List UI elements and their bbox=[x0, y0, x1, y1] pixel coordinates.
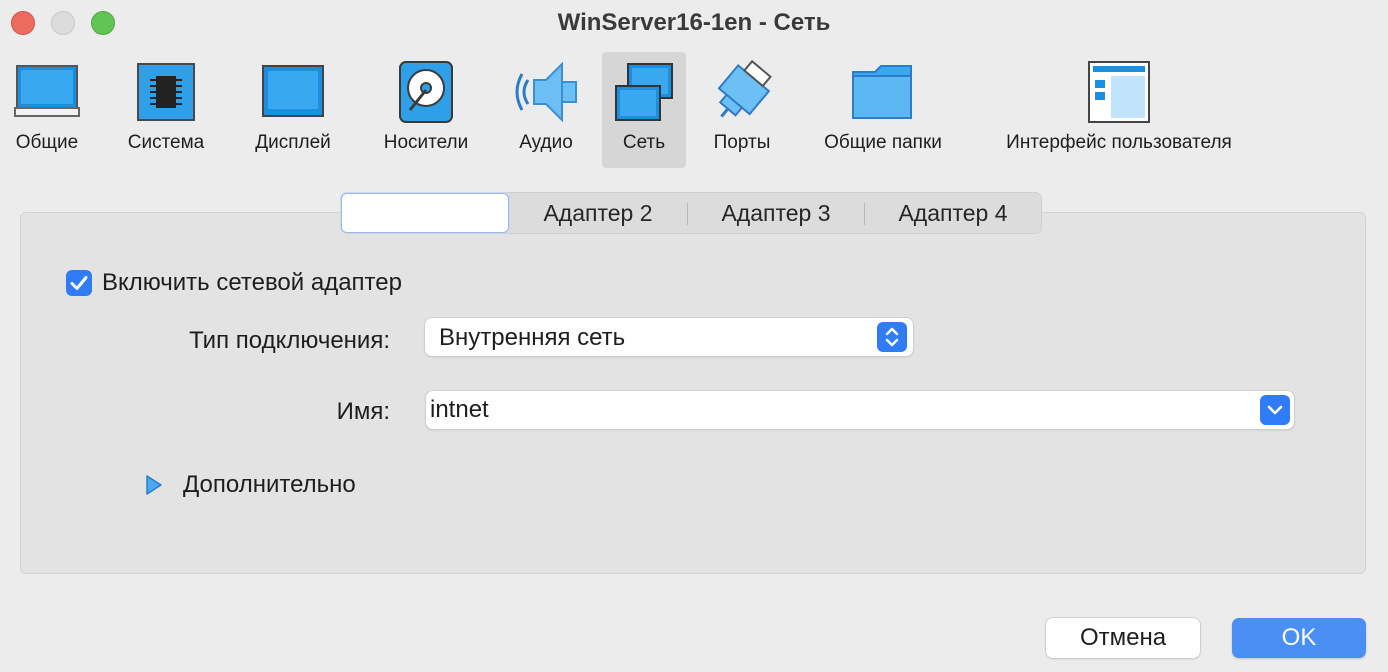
disclosure-triangle-icon[interactable] bbox=[145, 474, 163, 496]
toolbar-label: Интерфейс пользователя bbox=[1006, 132, 1232, 153]
enable-adapter-checkbox[interactable] bbox=[66, 270, 92, 296]
toolbar-item-general[interactable]: Общие bbox=[0, 52, 94, 168]
toolbar-item-display[interactable]: Дисплей bbox=[245, 52, 341, 168]
chip-icon bbox=[137, 63, 195, 121]
checkmark-icon bbox=[70, 276, 88, 290]
toolbar-label: Порты bbox=[713, 132, 771, 153]
toolbar-label: Сеть bbox=[622, 132, 666, 153]
toolbar-label: Носители bbox=[383, 132, 469, 153]
user-interface-icon bbox=[1088, 61, 1150, 123]
toolbar-label: Общие папки bbox=[824, 132, 942, 153]
settings-toolbar: Общие Система Дисплей Носители Аудио Сет… bbox=[0, 50, 1388, 170]
ok-button[interactable]: OK bbox=[1232, 618, 1366, 658]
tab-adapter-2[interactable]: Адаптер 2 bbox=[509, 193, 687, 233]
toolbar-label: Дисплей bbox=[255, 132, 331, 153]
cancel-button[interactable]: Отмена bbox=[1046, 618, 1200, 658]
toolbar-label: Система bbox=[127, 132, 205, 153]
toolbar-label: Общие bbox=[15, 132, 79, 153]
advanced-label[interactable]: Дополнительно bbox=[183, 471, 356, 499]
toolbar-item-user-interface[interactable]: Интерфейс пользователя bbox=[984, 52, 1254, 168]
attached-to-label: Тип подключения: bbox=[189, 327, 390, 354]
attached-to-value: Внутренняя сеть bbox=[439, 324, 626, 351]
attached-to-select[interactable]: Внутренняя сеть bbox=[425, 318, 913, 356]
chevron-down-icon[interactable] bbox=[1260, 395, 1290, 425]
toolbar-item-ports[interactable]: Порты bbox=[700, 52, 784, 168]
toolbar-item-network[interactable]: Сеть bbox=[602, 52, 686, 168]
tab-adapter-3[interactable]: Адаптер 3 bbox=[688, 193, 864, 233]
speaker-icon bbox=[515, 61, 577, 123]
adapter-tabs: Адаптер 2 Адаптер 3 Адаптер 4 bbox=[340, 192, 1042, 234]
display-icon bbox=[262, 65, 324, 117]
disk-icon bbox=[399, 61, 453, 123]
network-name-combobox[interactable]: intnet bbox=[426, 391, 1294, 429]
toolbar-item-audio[interactable]: Аудио bbox=[508, 52, 584, 168]
toolbar-item-system[interactable]: Система bbox=[118, 52, 214, 168]
folder-icon bbox=[852, 65, 912, 119]
toolbar-label: Аудио bbox=[519, 132, 573, 153]
network-name-label: Имя: bbox=[336, 398, 390, 425]
title-bar: WinServer16-1en - Сеть bbox=[0, 0, 1388, 48]
network-icon bbox=[615, 63, 673, 121]
window-title: WinServer16-1en - Сеть bbox=[557, 9, 831, 36]
updown-chevron-icon bbox=[877, 322, 907, 352]
toolbar-item-shared-folders[interactable]: Общие папки bbox=[808, 52, 958, 168]
tab-adapter-4[interactable]: Адаптер 4 bbox=[865, 193, 1041, 233]
toolbar-item-storage[interactable]: Носители bbox=[372, 52, 480, 168]
network-name-value[interactable]: intnet bbox=[430, 391, 489, 429]
tab-adapter-1[interactable] bbox=[341, 193, 509, 233]
enable-adapter-label[interactable]: Включить сетевой адаптер bbox=[102, 269, 402, 297]
port-icon bbox=[717, 59, 772, 118]
general-monitor-icon bbox=[14, 65, 80, 117]
